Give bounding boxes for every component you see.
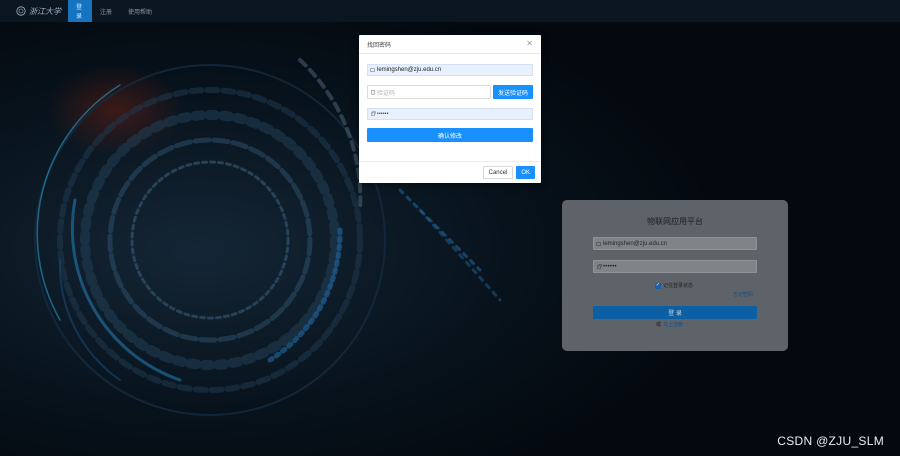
user-icon [368, 64, 377, 76]
email-value: lemingshen@zju.edu.cn [377, 67, 442, 73]
new-password-input[interactable]: •••••• [367, 108, 533, 120]
verification-code-placeholder: 验证码 [377, 90, 396, 97]
cancel-button[interactable]: Cancel [482, 166, 514, 179]
email-input[interactable]: lemingshen@zju.edu.cn [367, 64, 533, 76]
modal-body: lemingshen@zju.edu.cn 验证码 发送验证码 •••••• 确… [359, 54, 541, 142]
verification-code-input[interactable]: 验证码 [367, 85, 491, 99]
lock-icon [368, 108, 377, 120]
modal-header: 找回密码 ✕ [359, 35, 541, 54]
confirm-change-button[interactable]: 确认修改 [367, 128, 533, 142]
modal-title: 找回密码 [367, 42, 392, 49]
modal-footer: Cancel OK [359, 161, 541, 183]
shield-icon [368, 86, 377, 98]
send-code-button[interactable]: 发送验证码 [493, 85, 533, 99]
watermark: CSDN @ZJU_SLM [777, 434, 884, 448]
close-icon[interactable]: ✕ [526, 40, 533, 48]
new-password-value: •••••• [377, 111, 389, 117]
verification-row: 验证码 发送验证码 [367, 85, 533, 99]
reset-password-modal: 找回密码 ✕ lemingshen@zju.edu.cn 验证码 发送验证码 •… [359, 35, 541, 183]
ok-button[interactable]: OK [516, 166, 535, 179]
